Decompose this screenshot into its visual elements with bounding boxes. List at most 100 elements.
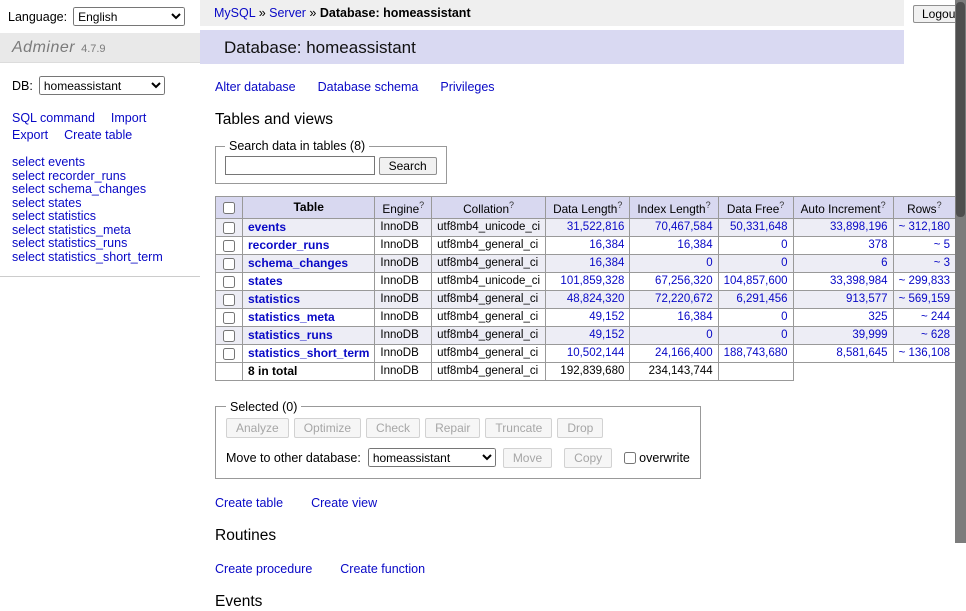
table-name-link[interactable]: schema_changes: [248, 256, 348, 270]
column-help-link[interactable]: ?: [509, 200, 514, 210]
db-select[interactable]: homeassistant: [39, 76, 165, 95]
copy-button[interactable]: Copy: [564, 448, 612, 468]
truncate-button[interactable]: Truncate: [485, 418, 552, 438]
index-length-link[interactable]: 0: [706, 329, 712, 341]
create-procedure-link[interactable]: Create procedure: [215, 562, 312, 576]
select-recorder-runs-link[interactable]: select recorder_runs: [12, 170, 188, 184]
optimize-button[interactable]: Optimize: [294, 418, 361, 438]
index-length-link[interactable]: 70,467,584: [655, 221, 713, 233]
index-length-link[interactable]: 16,384: [677, 239, 712, 251]
table-name-link[interactable]: states: [248, 274, 283, 288]
row-checkbox[interactable]: [223, 276, 235, 288]
vertical-scrollbar[interactable]: [955, 0, 966, 543]
auto-increment-link[interactable]: 33,898,196: [830, 221, 888, 233]
select-all-checkbox[interactable]: [223, 202, 235, 214]
search-input[interactable]: [225, 156, 375, 175]
auto-increment-link[interactable]: 8,581,645: [836, 347, 887, 359]
sql-command-link[interactable]: SQL command: [12, 111, 95, 125]
language-select[interactable]: English: [73, 7, 185, 26]
rows-count-link[interactable]: ~ 628: [921, 329, 950, 341]
index-length-link[interactable]: 16,384: [677, 311, 712, 323]
data-length-link[interactable]: 49,152: [589, 311, 624, 323]
create-view-link[interactable]: Create view: [311, 496, 377, 510]
select-statistics-meta-link[interactable]: select statistics_meta: [12, 224, 188, 238]
data-free-link[interactable]: 0: [781, 257, 787, 269]
auto-increment-link[interactable]: 39,999: [852, 329, 887, 341]
rows-count-link[interactable]: ~ 5: [934, 239, 950, 251]
data-length-link[interactable]: 101,859,328: [560, 275, 624, 287]
row-checkbox[interactable]: [223, 258, 235, 270]
create-table-link[interactable]: Create table: [64, 128, 132, 142]
row-checkbox[interactable]: [223, 294, 235, 306]
auto-increment-link[interactable]: 6: [881, 257, 887, 269]
rows-count-link[interactable]: ~ 244: [921, 311, 950, 323]
analyze-button[interactable]: Analyze: [226, 418, 289, 438]
data-free-link[interactable]: 0: [781, 239, 787, 251]
select-events-link[interactable]: select events: [12, 156, 188, 170]
data-length-link[interactable]: 16,384: [589, 257, 624, 269]
move-button[interactable]: Move: [503, 448, 552, 468]
data-length-link[interactable]: 16,384: [589, 239, 624, 251]
select-schema-changes-link[interactable]: select schema_changes: [12, 183, 188, 197]
data-length-link[interactable]: 31,522,816: [567, 221, 625, 233]
rows-count-link[interactable]: ~ 136,108: [899, 347, 950, 359]
rows-count-link[interactable]: ~ 569,159: [899, 293, 950, 305]
import-link[interactable]: Import: [111, 111, 146, 125]
index-length-link[interactable]: 0: [706, 257, 712, 269]
data-free-link[interactable]: 6,291,456: [736, 293, 787, 305]
table-name-link[interactable]: events: [248, 220, 286, 234]
auto-increment-link[interactable]: 913,577: [846, 293, 888, 305]
select-statistics-short-term-link[interactable]: select statistics_short_term: [12, 251, 188, 265]
privileges-link[interactable]: Privileges: [440, 80, 494, 94]
index-length-link[interactable]: 67,256,320: [655, 275, 713, 287]
table-name-link[interactable]: statistics_short_term: [248, 346, 369, 360]
row-checkbox[interactable]: [223, 348, 235, 360]
row-checkbox[interactable]: [223, 240, 235, 252]
move-database-select[interactable]: homeassistant: [368, 448, 496, 467]
row-checkbox[interactable]: [223, 330, 235, 342]
auto-increment-link[interactable]: 378: [868, 239, 887, 251]
select-states-link[interactable]: select states: [12, 197, 188, 211]
scrollbar-thumb[interactable]: [956, 2, 965, 217]
column-help-link[interactable]: ?: [779, 200, 784, 210]
table-name-link[interactable]: statistics_runs: [248, 328, 333, 342]
column-help-link[interactable]: ?: [937, 200, 942, 210]
data-free-link[interactable]: 0: [781, 329, 787, 341]
repair-button[interactable]: Repair: [425, 418, 480, 438]
data-free-link[interactable]: 50,331,648: [730, 221, 788, 233]
table-name-link[interactable]: recorder_runs: [248, 238, 329, 252]
index-length-link[interactable]: 72,220,672: [655, 293, 713, 305]
column-help-link[interactable]: ?: [706, 200, 711, 210]
check-button[interactable]: Check: [366, 418, 420, 438]
column-help-link[interactable]: ?: [419, 200, 424, 210]
column-help-link[interactable]: ?: [617, 200, 622, 210]
database-schema-link[interactable]: Database schema: [318, 80, 419, 94]
index-length-link[interactable]: 24,166,400: [655, 347, 713, 359]
data-free-link[interactable]: 0: [781, 311, 787, 323]
mysql-breadcrumb-link[interactable]: MySQL: [214, 6, 255, 20]
rows-count-link[interactable]: ~ 299,833: [899, 275, 950, 287]
alter-database-link[interactable]: Alter database: [215, 80, 296, 94]
auto-increment-link[interactable]: 325: [868, 311, 887, 323]
create-function-link[interactable]: Create function: [340, 562, 425, 576]
rows-count-link[interactable]: ~ 312,180: [899, 221, 950, 233]
data-length-link[interactable]: 10,502,144: [567, 347, 625, 359]
data-free-link[interactable]: 188,743,680: [724, 347, 788, 359]
drop-button[interactable]: Drop: [557, 418, 603, 438]
rows-count-link[interactable]: ~ 3: [934, 257, 950, 269]
data-length-link[interactable]: 48,824,320: [567, 293, 625, 305]
data-free-link[interactable]: 104,857,600: [724, 275, 788, 287]
server-breadcrumb-link[interactable]: Server: [269, 6, 306, 20]
table-name-link[interactable]: statistics: [248, 292, 300, 306]
search-button[interactable]: Search: [379, 157, 437, 175]
row-checkbox[interactable]: [223, 222, 235, 234]
select-statistics-runs-link[interactable]: select statistics_runs: [12, 237, 188, 251]
column-help-link[interactable]: ?: [881, 200, 886, 210]
table-name-link[interactable]: statistics_meta: [248, 310, 335, 324]
overwrite-checkbox[interactable]: [624, 452, 636, 464]
select-statistics-link[interactable]: select statistics: [12, 210, 188, 224]
row-checkbox[interactable]: [223, 312, 235, 324]
create-table-link[interactable]: Create table: [215, 496, 283, 510]
data-length-link[interactable]: 49,152: [589, 329, 624, 341]
export-link[interactable]: Export: [12, 128, 48, 142]
